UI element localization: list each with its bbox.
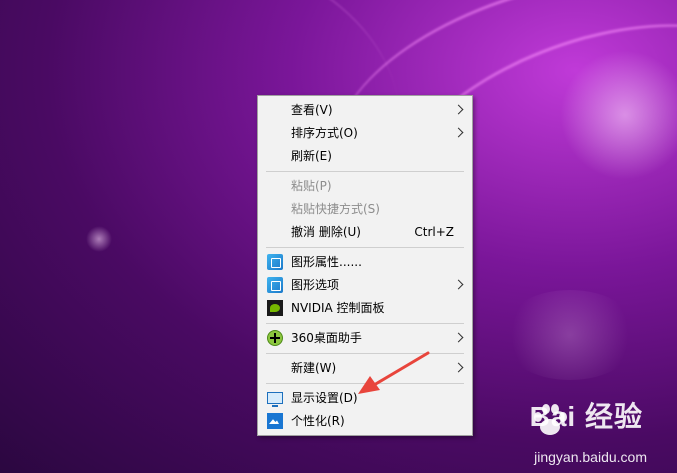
menu-item-label: 刷新(E): [291, 149, 332, 163]
menu-item-undo-delete[interactable]: 撤消 删除(U) Ctrl+Z: [258, 221, 472, 244]
menu-item-360-desktop-assistant[interactable]: 360桌面助手: [258, 327, 472, 350]
menu-item-label: 粘贴(P): [291, 179, 332, 193]
submenu-arrow-icon: [453, 332, 464, 343]
display-icon: [267, 392, 283, 407]
baidu-jingyan-watermark: Bai 经验: [529, 401, 643, 432]
menu-item-graphics-properties[interactable]: 图形属性......: [258, 251, 472, 274]
menu-separator: [266, 247, 464, 248]
watermark-url: jingyan.baidu.com: [534, 449, 647, 465]
menu-item-nvidia-control-panel[interactable]: NVIDIA 控制面板: [258, 297, 472, 320]
intel-graphics-icon: [267, 277, 283, 293]
menu-item-display-settings[interactable]: 显示设置(D): [258, 387, 472, 410]
menu-item-label: 个性化(R): [291, 414, 345, 428]
menu-item-paste: 粘贴(P): [258, 175, 472, 198]
menu-separator: [266, 383, 464, 384]
menu-item-label: 显示设置(D): [291, 391, 358, 405]
menu-item-shortcut: Ctrl+Z: [414, 225, 454, 239]
360-plus-icon: [267, 330, 283, 346]
submenu-arrow-icon: [453, 127, 464, 138]
submenu-arrow-icon: [453, 279, 464, 290]
menu-item-label: 图形选项: [291, 278, 340, 292]
menu-item-refresh[interactable]: 刷新(E): [258, 145, 472, 168]
menu-item-new[interactable]: 新建(W): [258, 357, 472, 380]
menu-item-sort-by[interactable]: 排序方式(O): [258, 122, 472, 145]
submenu-arrow-icon: [453, 362, 464, 373]
menu-item-label: 图形属性......: [291, 255, 362, 269]
menu-item-graphics-options[interactable]: 图形选项: [258, 274, 472, 297]
menu-item-view[interactable]: 查看(V): [258, 99, 472, 122]
nvidia-icon: [267, 300, 283, 316]
menu-item-label: 查看(V): [291, 103, 333, 117]
menu-item-label: 排序方式(O): [291, 126, 358, 140]
menu-separator: [266, 323, 464, 324]
menu-item-label: NVIDIA 控制面板: [291, 301, 385, 315]
menu-item-paste-shortcut: 粘贴快捷方式(S): [258, 198, 472, 221]
menu-separator: [266, 171, 464, 172]
menu-item-label: 粘贴快捷方式(S): [291, 202, 380, 216]
personalize-icon: [267, 413, 283, 429]
intel-graphics-icon: [267, 254, 283, 270]
menu-item-personalize[interactable]: 个性化(R): [258, 410, 472, 433]
submenu-arrow-icon: [453, 104, 464, 115]
menu-item-label: 360桌面助手: [291, 331, 362, 345]
menu-separator: [266, 353, 464, 354]
menu-item-label: 撤消 删除(U): [291, 225, 361, 239]
menu-item-label: 新建(W): [291, 361, 337, 375]
desktop-context-menu: 查看(V) 排序方式(O) 刷新(E) 粘贴(P) 粘贴快捷方式(S) 撤消 删…: [257, 95, 473, 436]
